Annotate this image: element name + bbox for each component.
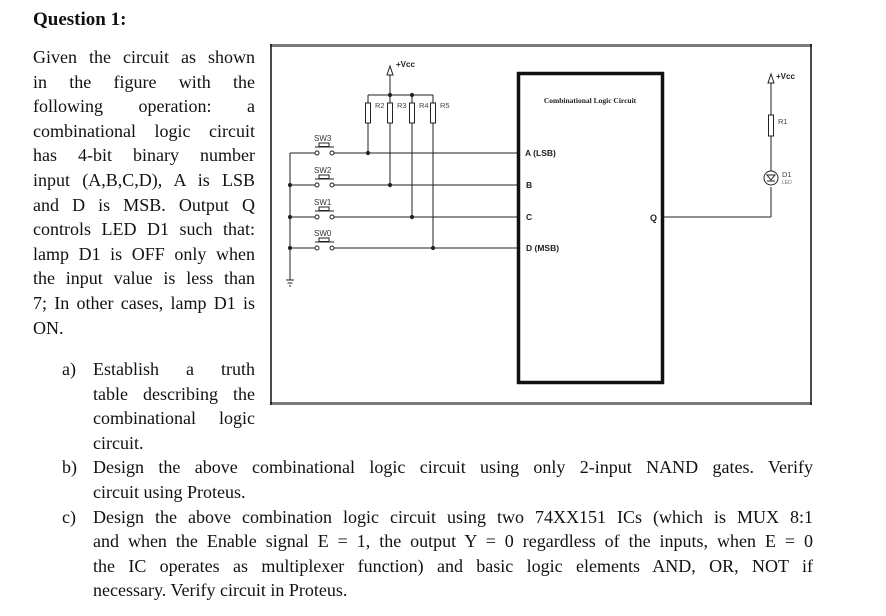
intro-line: Given the circuit as shown — [33, 47, 255, 67]
part-marker: b) — [62, 457, 77, 478]
intro-line: ON. — [33, 317, 64, 338]
input-label-b: B — [526, 180, 532, 190]
resistor-r5 — [430, 95, 436, 248]
intro-line: following operation: a — [33, 96, 255, 117]
resistor-label: R5 — [440, 101, 450, 110]
vcc-symbol-left — [386, 64, 394, 95]
led-sublabel: LED — [782, 180, 792, 186]
switch-row-sw0 — [287, 237, 518, 251]
circuit-figure: +Vcc +Vcc R2 R3 R4 R5 SW3 SW2 SW1 SW0 Co… — [270, 44, 812, 405]
resistor-r1 — [768, 114, 774, 137]
resistor-r2 — [365, 95, 371, 153]
switch-label: SW3 — [314, 134, 332, 143]
resistor-label: R4 — [419, 101, 429, 110]
switch-row-sw2 — [287, 174, 518, 188]
vcc-label-right: +Vcc — [776, 72, 795, 81]
part-line: Design the above combination logic circu… — [93, 506, 813, 527]
vcc-symbol-right — [767, 72, 775, 84]
part-line: circuit. — [93, 432, 144, 453]
switch-label: SW0 — [314, 229, 332, 238]
part-marker: c) — [62, 506, 76, 527]
part-b: b) Design the above combinational logic … — [62, 455, 813, 504]
intro-line: controls LED D1 such that: — [33, 219, 255, 240]
intro-line: has 4-bit binary number — [33, 145, 255, 166]
part-line: circuit using Proteus. — [93, 481, 246, 502]
resistor-r4 — [409, 95, 415, 217]
part-line: Design the above combinational logic cir… — [93, 457, 813, 478]
intro-line: input (A,B,C,D), A is LSB — [33, 169, 255, 190]
resistor-label: R3 — [397, 101, 407, 110]
vcc-label-left: +Vcc — [396, 60, 415, 69]
led-d1-icon — [763, 170, 779, 186]
resistor-label: R2 — [375, 101, 385, 110]
combinational-logic-block — [516, 71, 665, 385]
switch-row-sw1 — [287, 206, 518, 220]
block-title: Combinational Logic Circuit — [544, 96, 637, 105]
question-intro: Given the circuit as shown in the figure… — [33, 45, 255, 340]
part-line: and when the Enable signal E = 1, the ou… — [93, 531, 813, 552]
part-c: c) Design the above combination logic ci… — [62, 505, 813, 603]
part-line: necessary. Verify circuit in Proteus. — [93, 580, 348, 601]
intro-line: combinational logic circuit — [33, 120, 255, 141]
intro-line: 7; In other cases, lamp D1 is — [33, 292, 255, 313]
intro-line: lamp D1 is OFF only when — [33, 243, 255, 264]
switch-row-sw3 — [290, 142, 518, 156]
resistor-r3 — [387, 95, 393, 185]
switch-label: SW1 — [314, 198, 332, 207]
part-line: combinational logic — [93, 408, 255, 429]
r1-label: R1 — [778, 117, 788, 126]
input-label-c: C — [526, 212, 532, 222]
intro-line: in the figure with the — [33, 71, 255, 92]
intro-line: and D is MSB. Output Q — [33, 194, 255, 215]
part-line: Establish a truth — [93, 359, 255, 379]
input-label-d: D (MSB) — [526, 243, 559, 253]
ground-icon — [286, 279, 294, 287]
question-title: Question 1: — [33, 9, 127, 30]
input-label-a: A (LSB) — [525, 148, 556, 158]
intro-line: the input value is less than — [33, 268, 255, 289]
switch-label: SW2 — [314, 166, 332, 175]
output-label-q: Q — [650, 213, 657, 223]
part-line: the IC operates as multiplexer function)… — [93, 555, 813, 576]
led-label: D1 — [782, 170, 792, 179]
part-line: table describing the — [93, 383, 255, 404]
part-marker: a) — [62, 359, 76, 379]
